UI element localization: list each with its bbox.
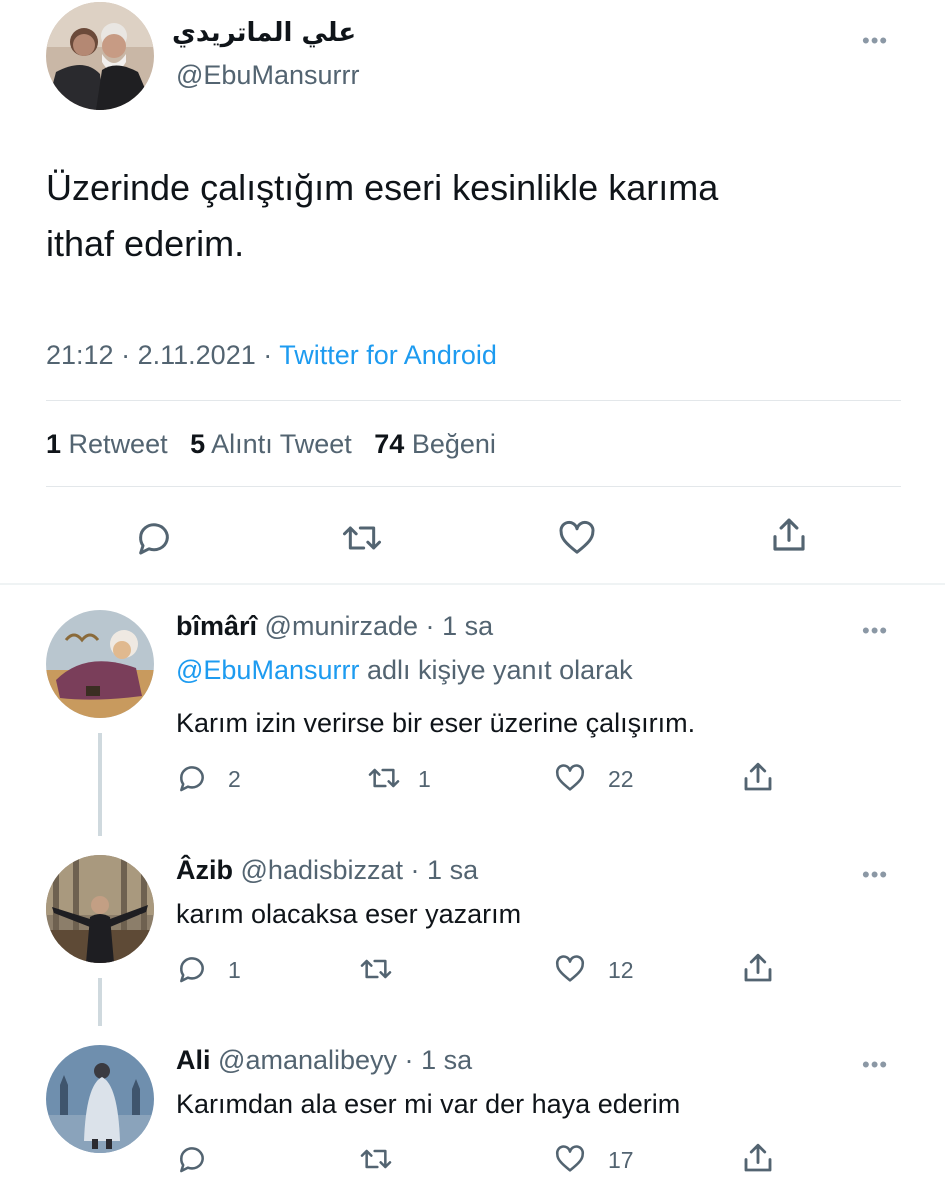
divider bbox=[46, 400, 901, 401]
quotes-stat[interactable]: 5 Alıntı Tweet bbox=[190, 429, 352, 459]
more-options-icon[interactable]: ••• bbox=[862, 30, 888, 52]
tweet-date[interactable]: 2.11.2021 bbox=[138, 340, 256, 370]
reply-icon bbox=[180, 1147, 204, 1173]
replying-to-label: adlı kişiye yanıt olarak bbox=[366, 655, 633, 685]
tweet-time[interactable]: 21:12 bbox=[46, 340, 114, 370]
tweet-stats: 1 Retweet 5 Alıntı Tweet 74 Beğeni bbox=[46, 429, 496, 460]
reply-avatar[interactable] bbox=[46, 610, 154, 718]
reply-time[interactable]: 1 sa bbox=[421, 1045, 472, 1075]
reply-count: 1 bbox=[228, 957, 241, 983]
share-icon bbox=[744, 953, 772, 982]
retweet-count: 1 bbox=[46, 429, 62, 459]
header-dot: · bbox=[404, 1045, 414, 1075]
author-name[interactable]: علي الماتريدي bbox=[172, 18, 356, 48]
reply-count: 2 bbox=[228, 766, 241, 792]
reply-text: Karımdan ala eser mi var der haya ederim bbox=[176, 1089, 681, 1119]
tweet-text: Üzerinde çalıştığım eseri kesinlikle kar… bbox=[46, 160, 718, 272]
like-label: Beğeni bbox=[411, 429, 496, 459]
like-count: 22 bbox=[608, 766, 634, 792]
like-icon bbox=[555, 764, 585, 791]
replying-to: @EbuMansurrr adlı kişiye yanıt olarak bbox=[176, 655, 633, 686]
meta-dot: · bbox=[121, 340, 131, 370]
reply-time[interactable]: 1 sa bbox=[442, 611, 493, 641]
author-handle[interactable]: @EbuMansurrr bbox=[176, 60, 359, 91]
like-button[interactable] bbox=[556, 518, 598, 558]
like-count: 12 bbox=[608, 957, 634, 983]
thread-line bbox=[98, 733, 102, 836]
reply-author-handle[interactable]: @hadisbizzat bbox=[241, 855, 404, 885]
likes-stat[interactable]: 74 Beğeni bbox=[374, 429, 496, 459]
tweet-text-line: Üzerinde çalıştığım eseri kesinlikle kar… bbox=[46, 167, 719, 208]
retweet-icon bbox=[368, 768, 400, 788]
tweet-text-line: ithaf ederim. bbox=[46, 223, 245, 264]
retweet-button[interactable] bbox=[358, 1143, 394, 1175]
section-divider bbox=[0, 583, 945, 585]
tweet-meta: 21:12 · 2.11.2021 · Twitter for Android bbox=[46, 340, 497, 371]
quote-label: Alıntı Tweet bbox=[211, 429, 352, 459]
reply-button[interactable] bbox=[176, 953, 208, 985]
reply-icon bbox=[180, 766, 204, 792]
share-button[interactable] bbox=[740, 1140, 776, 1176]
reply-text: Karım izin verirse bir eser üzerine çalı… bbox=[176, 708, 696, 738]
like-button[interactable] bbox=[553, 762, 587, 794]
tweet-source-link[interactable]: Twitter for Android bbox=[279, 340, 497, 370]
share-button[interactable] bbox=[740, 759, 776, 795]
share-icon bbox=[744, 1143, 772, 1172]
meta-dot: · bbox=[263, 340, 273, 370]
reply-time[interactable]: 1 sa bbox=[427, 855, 478, 885]
reply-avatar[interactable] bbox=[46, 855, 154, 963]
replying-to-handle[interactable]: @EbuMansurrr bbox=[176, 655, 359, 685]
retweet-label: Retweet bbox=[68, 429, 168, 459]
share-icon bbox=[744, 762, 772, 791]
share-button[interactable] bbox=[768, 514, 810, 556]
reply-header: Ali @amanalibeyy · 1 sa bbox=[176, 1045, 472, 1076]
like-button[interactable] bbox=[553, 953, 587, 985]
reply-author-handle[interactable]: @munirzade bbox=[265, 611, 418, 641]
reply-header: bîmârî @munirzade · 1 sa bbox=[176, 611, 493, 642]
divider bbox=[46, 486, 901, 487]
more-options-icon[interactable]: ••• bbox=[862, 1054, 888, 1076]
reply-header: Âzib @hadisbizzat · 1 sa bbox=[176, 855, 478, 886]
like-icon bbox=[555, 955, 585, 982]
reply-author-name[interactable]: bîmârî bbox=[176, 611, 257, 641]
reply-icon bbox=[139, 523, 169, 555]
reply-author-handle[interactable]: @amanalibeyy bbox=[218, 1045, 397, 1075]
header-dot: · bbox=[425, 611, 435, 641]
reply-icon bbox=[180, 957, 204, 983]
retweet-count: 1 bbox=[418, 766, 431, 792]
retweets-stat[interactable]: 1 Retweet bbox=[46, 429, 168, 459]
like-icon bbox=[555, 1145, 585, 1172]
like-count: 17 bbox=[608, 1147, 634, 1173]
reply-button[interactable] bbox=[176, 762, 208, 794]
more-options-icon[interactable]: ••• bbox=[862, 864, 888, 886]
reply-button[interactable] bbox=[176, 1143, 208, 1175]
retweet-button[interactable] bbox=[366, 762, 402, 794]
retweet-icon bbox=[360, 1149, 392, 1169]
reply-button[interactable] bbox=[134, 518, 174, 558]
author-avatar[interactable] bbox=[46, 2, 154, 110]
retweet-button[interactable] bbox=[358, 953, 394, 985]
share-button[interactable] bbox=[740, 950, 776, 986]
like-count: 74 bbox=[374, 429, 405, 459]
quote-count: 5 bbox=[190, 429, 206, 459]
reply-author-name[interactable]: Ali bbox=[176, 1045, 211, 1075]
more-options-icon[interactable]: ••• bbox=[862, 620, 888, 642]
reply-avatar[interactable] bbox=[46, 1045, 154, 1153]
retweet-icon bbox=[360, 959, 392, 979]
reply-author-name[interactable]: Âzib bbox=[176, 855, 233, 885]
retweet-button[interactable] bbox=[340, 518, 384, 558]
retweet-icon bbox=[343, 526, 381, 550]
like-button[interactable] bbox=[553, 1143, 587, 1175]
thread-line bbox=[98, 978, 102, 1026]
header-dot: · bbox=[410, 855, 420, 885]
share-icon bbox=[773, 518, 805, 551]
like-icon bbox=[559, 520, 595, 554]
reply-text: karım olacaksa eser yazarım bbox=[176, 899, 522, 929]
